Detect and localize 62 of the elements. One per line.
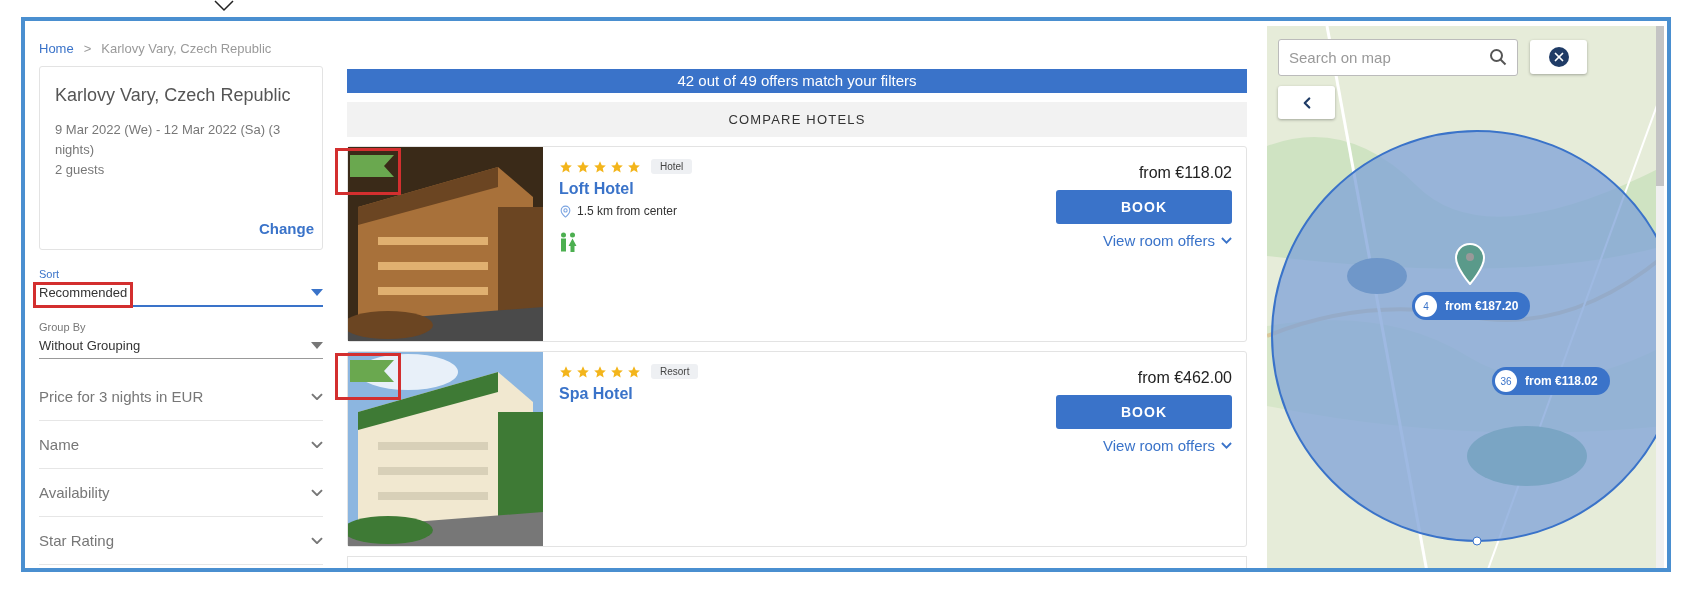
close-map-button[interactable] (1530, 40, 1587, 74)
price-text: from €462.00 (1137, 369, 1232, 387)
marker-price: from €187.20 (1445, 299, 1519, 313)
property-type-tag: Hotel (651, 159, 693, 174)
star-icon (576, 159, 590, 174)
chevron-down-icon (1221, 442, 1232, 449)
breadcrumb-text: Karlovy Vary, Czech Republic (101, 41, 272, 56)
book-button[interactable]: BOOK (1056, 190, 1232, 224)
select-field[interactable]: Recommended (39, 281, 323, 307)
caret-icon (214, 0, 234, 12)
distance-text: 1.5 km from center (577, 204, 678, 218)
select-label: Group By (39, 321, 87, 334)
breadcrumb-link[interactable]: Home (39, 41, 74, 56)
star-icon (559, 159, 573, 174)
star-icon (593, 364, 607, 379)
dropdown-caret-icon (311, 289, 323, 296)
filter-accordion[interactable]: Availability (39, 469, 323, 517)
book-button[interactable]: BOOK (1056, 395, 1232, 429)
change-link[interactable]: Change (259, 220, 314, 237)
star-icon (610, 364, 624, 379)
compare-button[interactable]: COMPARE HOTELS (347, 102, 1247, 137)
hotel-name-link[interactable]: Loft Hotel (559, 180, 1044, 198)
filter-accordion[interactable]: Price for 3 nights in EUR (39, 373, 323, 421)
hotel-name-link[interactable]: Spa Hotel (559, 385, 1044, 403)
map-pin-icon (1455, 243, 1485, 285)
scrollbar[interactable] (1656, 26, 1664, 568)
chevron-down-icon (311, 392, 323, 401)
star-icon (610, 159, 624, 174)
filter-accordion[interactable]: Name (39, 421, 323, 469)
view-offers-link[interactable]: View room offers (1103, 232, 1232, 249)
price-text: from €118.02 (1138, 164, 1232, 182)
star-icon (593, 159, 607, 174)
flag-icon (350, 360, 394, 382)
dropdown-caret-icon (311, 342, 323, 349)
breadcrumb-text: > (83, 41, 92, 56)
chevron-down-icon (311, 440, 323, 449)
hotel-count: 36 (1495, 370, 1517, 392)
destination-title: Karlovy Vary, Czech Republic (55, 85, 292, 106)
map-search-field[interactable]: Search on map (1278, 39, 1518, 76)
search-icon (1489, 48, 1507, 66)
price-marker[interactable]: 36 from €118.02 (1492, 367, 1610, 395)
select-field[interactable]: Without Grouping (39, 334, 323, 359)
chevron-down-icon (311, 536, 323, 545)
filter-accordion[interactable]: Star Rating (39, 517, 323, 565)
chevron-down-icon (1221, 237, 1232, 244)
marker-price: from €118.02 (1525, 374, 1598, 388)
star-icon (627, 159, 641, 174)
flag-icon (350, 155, 394, 177)
select-label: Sort (39, 268, 61, 281)
hotel-count: 4 (1415, 295, 1437, 317)
view-offers-link[interactable]: View room offers (1103, 437, 1232, 454)
star-icon (627, 364, 641, 379)
star-icon (576, 364, 590, 379)
back-button[interactable] (1278, 86, 1335, 119)
star-icon (559, 364, 573, 379)
chevron-down-icon (311, 488, 323, 497)
location-icon (559, 204, 572, 218)
price-marker[interactable]: 4 from €187.20 (1412, 292, 1531, 320)
date-range: 9 Mar 2022 (We) - 12 Mar 2022 (Sa) (3 nights) (55, 121, 282, 159)
results-banner: 42 out of 49 offers match your filters (347, 69, 1247, 93)
guest-count: 2 guests (55, 161, 106, 179)
property-type-tag: Resort (651, 364, 699, 379)
